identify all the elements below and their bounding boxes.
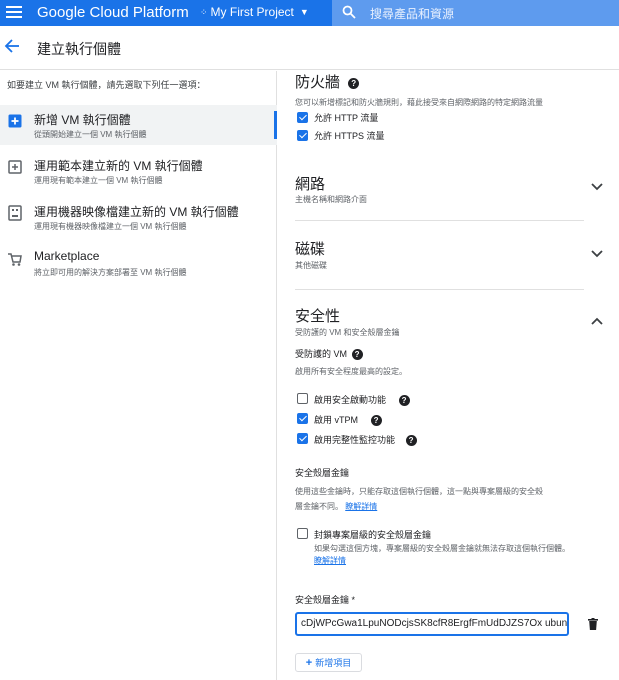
help-icon[interactable]: ? [398, 395, 410, 407]
network-desc: 主機名稱和網路介面 [295, 195, 367, 204]
option-desc: 從頭開始建立一個 VM 執行個體 [34, 130, 147, 139]
option-title: Marketplace [34, 249, 100, 263]
firewall-desc: 您可以新增標記和防火牆規則，藉此接受來自網際網路的特定網路流量 [295, 98, 543, 107]
integrity-checkbox[interactable] [297, 433, 308, 444]
divider [295, 289, 584, 290]
selected-indicator [274, 111, 277, 139]
option-marketplace[interactable]: Marketplace 將立即可用的解決方案部署至 VM 執行個體 [0, 243, 277, 283]
help-icon[interactable]: ? [405, 435, 417, 447]
chevron-up-icon[interactable] [591, 317, 603, 325]
chevron-down-icon: ▼ [299, 7, 309, 17]
add-item-label: 新增項目 [315, 658, 352, 668]
firewall-section: 防火牆 ? [295, 71, 360, 92]
secure-boot-row: 啟用安全啟動功能 ? [314, 393, 410, 407]
search-placeholder: 搜尋產品和資源 [370, 7, 455, 21]
ssh-keys-desc-1: 使用這些金鑰時，只能存取這個執行個體，這一點與專案層級的安全殼 [295, 487, 543, 496]
https-checkbox[interactable] [297, 130, 308, 141]
option-title: 運用範本建立新的 VM 執行個體 [34, 159, 203, 173]
shielded-vm-desc: 啟用所有安全程度最高的設定。 [295, 367, 407, 376]
secure-boot-checkbox[interactable] [297, 393, 308, 404]
delete-icon[interactable] [588, 618, 598, 630]
block-project-keys-desc: 如果勾選這個方塊，專案層級的安全殼層金鑰就無法存取這個執行個體。 [314, 544, 570, 553]
cart-icon [8, 253, 22, 266]
shielded-vm-title: 受防護的 VM [295, 349, 348, 359]
option-desc: 運用現有機器映像檔建立一個 VM 執行個體 [34, 222, 187, 231]
brand-title[interactable]: Google Cloud Platform [37, 4, 189, 21]
search-bar[interactable]: 搜尋產品和資源 [332, 0, 619, 26]
ssh-keys-title: 安全殼層金鑰 [295, 468, 350, 478]
firewall-title: 防火牆 [295, 74, 341, 91]
ssh-key-label: 安全殼層金鑰 * [295, 595, 356, 605]
add-box-icon [8, 114, 22, 128]
instance-config-panel: 防火牆 ? 您可以新增標記和防火牆規則，藉此接受來自網際網路的特定網路流量 允許… [278, 71, 619, 680]
https-label: 允許 HTTPS 流量 [314, 131, 385, 141]
option-desc: 將立即可用的解決方案部署至 VM 執行個體 [34, 268, 187, 277]
vtpm-row: 啟用 vTPM ? [314, 413, 382, 427]
template-icon [8, 160, 22, 174]
creation-options-panel: 如要建立 VM 執行個體，請先選取下列任一選項： 新增 VM 執行個體 從頭開始… [0, 71, 277, 680]
help-icon[interactable]: ? [370, 415, 382, 427]
option-title: 新增 VM 執行個體 [34, 113, 131, 127]
chevron-down-icon[interactable] [591, 250, 603, 258]
http-checkbox[interactable] [297, 112, 308, 123]
project-dots-icon: ⁘ [200, 6, 207, 17]
vtpm-label: 啟用 vTPM [314, 415, 358, 425]
integrity-row: 啟用完整性監控功能 ? [314, 433, 417, 447]
project-selector[interactable]: ⁘ My First Project ▼ [200, 5, 309, 19]
learn-more-link[interactable]: 瞭解詳情 [345, 502, 377, 511]
search-icon [342, 5, 356, 19]
ssh-keys-desc-line2: 層金鑰不同。 瞭解詳情 [295, 501, 377, 512]
plus-icon: + [305, 656, 313, 669]
disk-desc: 其他磁碟 [295, 261, 327, 270]
menu-icon[interactable] [6, 6, 22, 20]
machine-image-icon [8, 205, 22, 221]
help-icon[interactable]: ? [351, 349, 363, 361]
help-icon[interactable]: ? [348, 77, 360, 89]
http-label: 允許 HTTP 流量 [314, 113, 379, 123]
option-from-template[interactable]: 運用範本建立新的 VM 執行個體 運用現有範本建立一個 VM 執行個體 [0, 151, 277, 191]
option-new-vm[interactable]: 新增 VM 執行個體 從頭開始建立一個 VM 執行個體 [0, 105, 277, 145]
learn-more-link-text[interactable]: 瞭解詳情 [314, 556, 346, 565]
shielded-vm-heading: 受防護的 VM ? [295, 347, 363, 361]
page-header: 建立執行個體 [0, 26, 619, 70]
ssh-keys-desc-2: 層金鑰不同。 [295, 502, 343, 511]
chevron-down-icon[interactable] [591, 183, 603, 191]
options-prompt: 如要建立 VM 執行個體，請先選取下列任一選項： [7, 80, 206, 90]
option-from-machine-image[interactable]: 運用機器映像檔建立新的 VM 執行個體 運用現有機器映像檔建立一個 VM 執行個… [0, 197, 277, 237]
disk-title[interactable]: 磁碟 [295, 238, 325, 259]
secure-boot-label: 啟用安全啟動功能 [314, 395, 387, 405]
ssh-key-input[interactable]: cDjWPcGwa1LpuNODcjsSK8cfR8ErgfFmUdDJZS7O… [295, 612, 569, 636]
top-bar: Google Cloud Platform ⁘ My First Project… [0, 0, 619, 26]
integrity-label: 啟用完整性監控功能 [314, 435, 396, 445]
security-title[interactable]: 安全性 [295, 305, 340, 326]
security-desc: 受防護的 VM 和安全殼層金鑰 [295, 328, 400, 337]
block-project-keys-label: 封鎖專案層級的安全殼層金鑰 [314, 530, 432, 540]
block-project-keys-checkbox[interactable] [297, 528, 308, 539]
project-name: My First Project [210, 5, 294, 19]
network-title[interactable]: 網路 [295, 173, 325, 194]
back-arrow-icon[interactable] [4, 38, 20, 54]
add-item-button[interactable]: + 新增項目 [295, 653, 362, 672]
page-title: 建立執行個體 [37, 41, 121, 57]
divider [295, 220, 584, 221]
option-title: 運用機器映像檔建立新的 VM 執行個體 [34, 205, 239, 219]
vtpm-checkbox[interactable] [297, 413, 308, 424]
learn-more-link[interactable]: 瞭解詳情 [314, 555, 346, 566]
option-desc: 運用現有範本建立一個 VM 執行個體 [34, 176, 163, 185]
